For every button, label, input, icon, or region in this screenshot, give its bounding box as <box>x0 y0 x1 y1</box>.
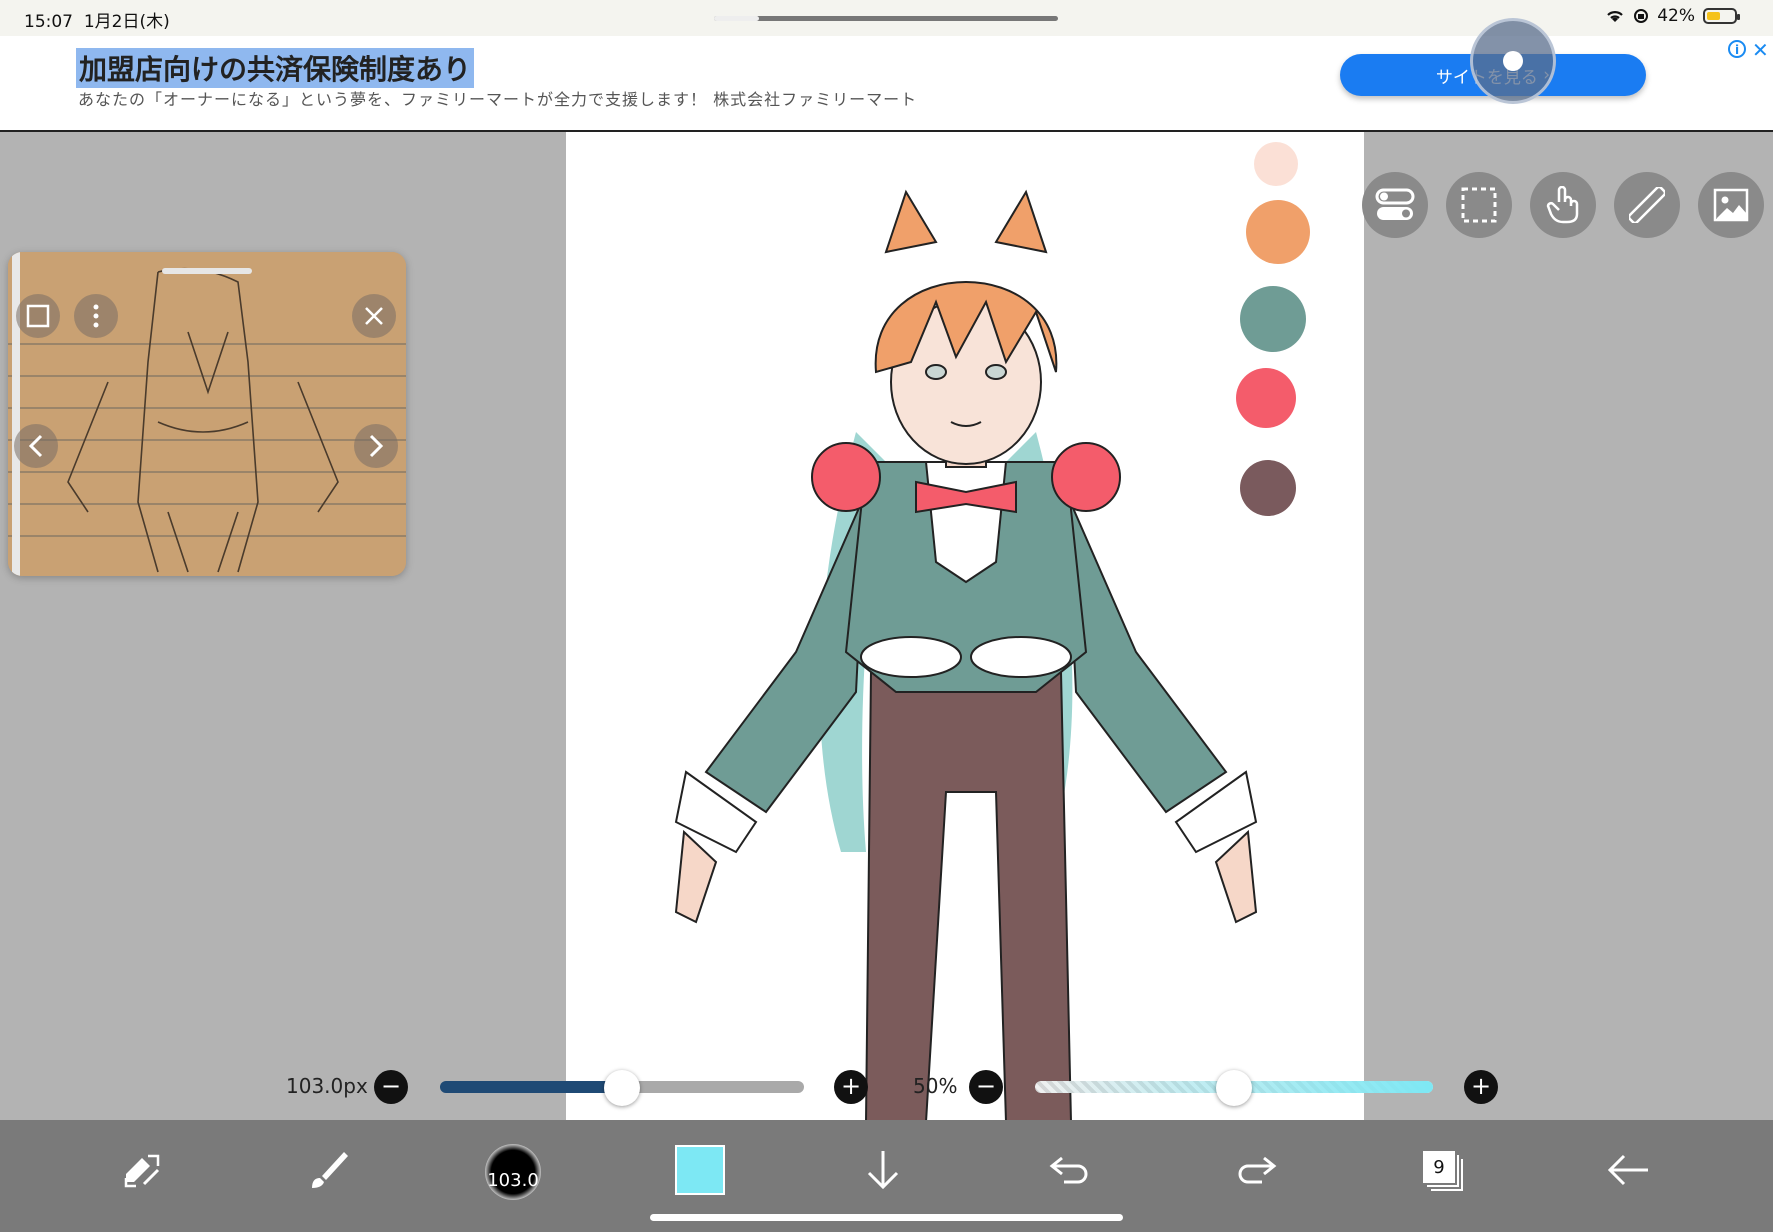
back-arrow-icon[interactable] <box>1598 1140 1658 1200</box>
opacity-increase-button[interactable]: + <box>1464 1070 1498 1104</box>
brush-preview-value: 103.0 <box>487 1169 539 1191</box>
brush-size-icon[interactable]: 103.0 <box>481 1140 545 1204</box>
brush-size-increase-button[interactable]: + <box>834 1070 868 1104</box>
palette-color-swatch[interactable] <box>1240 286 1306 352</box>
ad-description[interactable]: あなたの「オーナーになる」という夢を、ファミリーマートが全力で支援します！ 株式… <box>78 86 917 110</box>
ad-title[interactable]: 加盟店向けの共済保険制度あり <box>76 48 475 88</box>
brush-size-value: 103.0px <box>286 1074 368 1098</box>
swap-tool-icon[interactable] <box>112 1140 172 1200</box>
window-drag-handle[interactable] <box>162 268 252 274</box>
redo-icon[interactable] <box>1226 1140 1286 1200</box>
assistive-touch-button[interactable] <box>1470 18 1556 104</box>
layers-icon[interactable]: 9 <box>1412 1140 1472 1200</box>
image-icon[interactable] <box>1698 172 1764 238</box>
home-indicator[interactable] <box>650 1214 1123 1221</box>
more-options-icon[interactable] <box>74 294 118 338</box>
info-icon[interactable]: i <box>1728 40 1746 58</box>
fullscreen-icon[interactable] <box>16 294 60 338</box>
opacity-knob[interactable] <box>1216 1070 1252 1106</box>
palette-color-swatch[interactable] <box>1236 368 1296 428</box>
drawing-canvas[interactable] <box>566 132 1364 1122</box>
reference-sketch <box>8 252 406 576</box>
multitask-grabber[interactable] <box>714 16 1058 21</box>
palette-color-swatch[interactable] <box>1246 200 1310 264</box>
close-icon[interactable]: ✕ <box>1752 38 1769 62</box>
close-reference-icon[interactable] <box>352 294 396 338</box>
color-swatch-icon[interactable] <box>670 1140 730 1200</box>
reference-image-window[interactable] <box>8 252 406 576</box>
battery-icon <box>1703 8 1740 24</box>
undo-icon[interactable] <box>1040 1140 1100 1200</box>
palette-color-swatch[interactable] <box>1254 142 1298 186</box>
opacity-decrease-button[interactable]: − <box>969 1070 1003 1104</box>
brush-icon[interactable] <box>298 1140 358 1200</box>
selection-icon[interactable] <box>1446 172 1512 238</box>
hand-touch-icon[interactable] <box>1530 172 1596 238</box>
toggle-switch-icon[interactable] <box>1362 172 1428 238</box>
palette-color-swatch[interactable] <box>1240 460 1296 516</box>
brush-size-knob[interactable] <box>604 1070 640 1106</box>
status-right: 42% <box>1605 6 1740 26</box>
status-date: 1月2日(木) <box>83 12 170 32</box>
download-icon[interactable] <box>853 1140 913 1200</box>
battery-percent: 42% <box>1657 6 1695 26</box>
character-illustration <box>674 189 1258 1122</box>
previous-image-icon[interactable] <box>14 424 58 468</box>
orientation-lock-icon <box>1634 9 1649 23</box>
brush-size-decrease-button[interactable]: − <box>374 1070 408 1104</box>
status-time: 15:07 1月2日(木) <box>24 12 170 32</box>
ruler-icon[interactable] <box>1614 172 1680 238</box>
next-image-icon[interactable] <box>354 424 398 468</box>
wifi-icon <box>1607 11 1623 22</box>
opacity-value: 50% <box>913 1074 958 1098</box>
layer-count: 9 <box>1421 1149 1457 1185</box>
